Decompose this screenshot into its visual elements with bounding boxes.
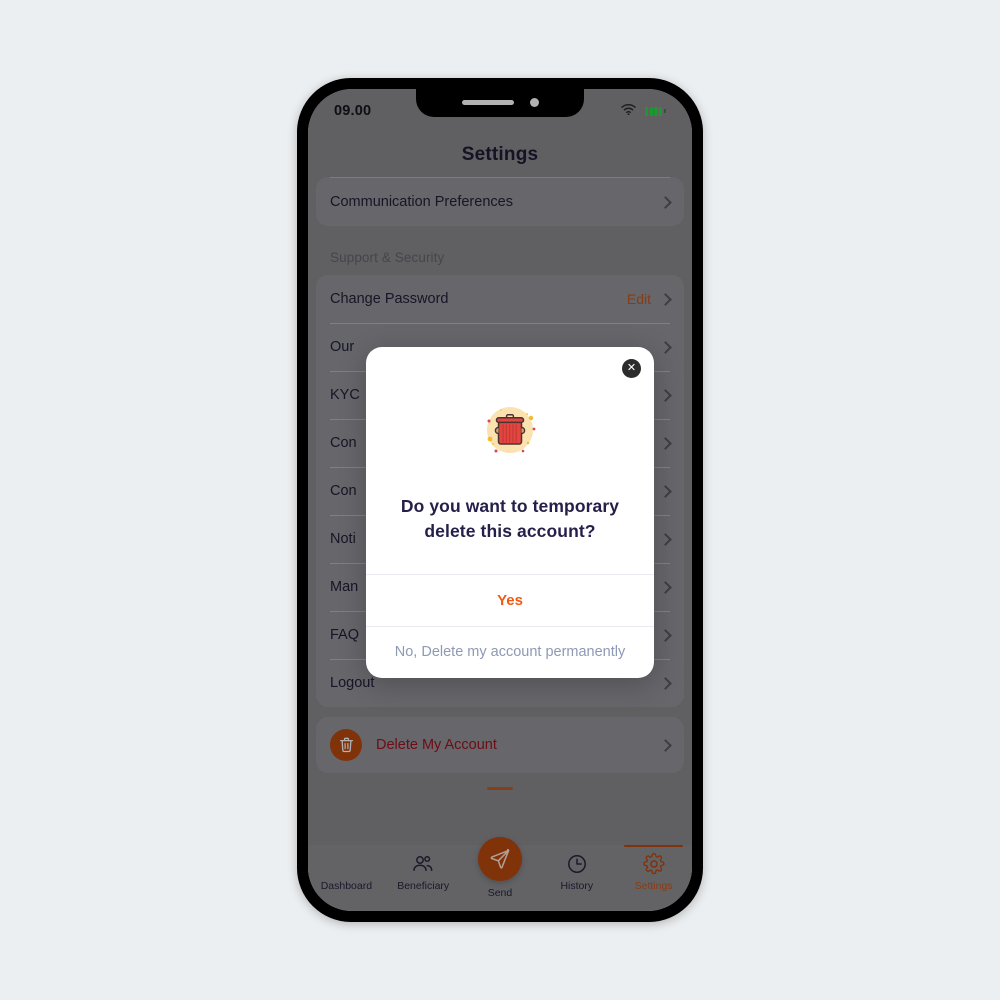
modal-body: Do you want to temporary delete this acc… xyxy=(366,347,654,574)
phone-frame: 09.00 Settings Communication Preferences… xyxy=(297,78,703,922)
page-root: 09.00 Settings Communication Preferences… xyxy=(0,0,1000,1000)
delete-account-modal: ✕ Do you want to temporary delete this a… xyxy=(366,347,654,678)
phone-screen: 09.00 Settings Communication Preferences… xyxy=(308,89,692,911)
close-icon[interactable]: ✕ xyxy=(622,359,641,378)
confirm-yes-button[interactable]: Yes xyxy=(366,573,654,626)
modal-message: Do you want to temporary delete this acc… xyxy=(400,496,620,541)
delete-permanently-button[interactable]: No, Delete my account permanently xyxy=(366,625,654,678)
screen-content: 09.00 Settings Communication Preferences… xyxy=(308,89,692,911)
trash-can-illustration xyxy=(479,399,541,466)
